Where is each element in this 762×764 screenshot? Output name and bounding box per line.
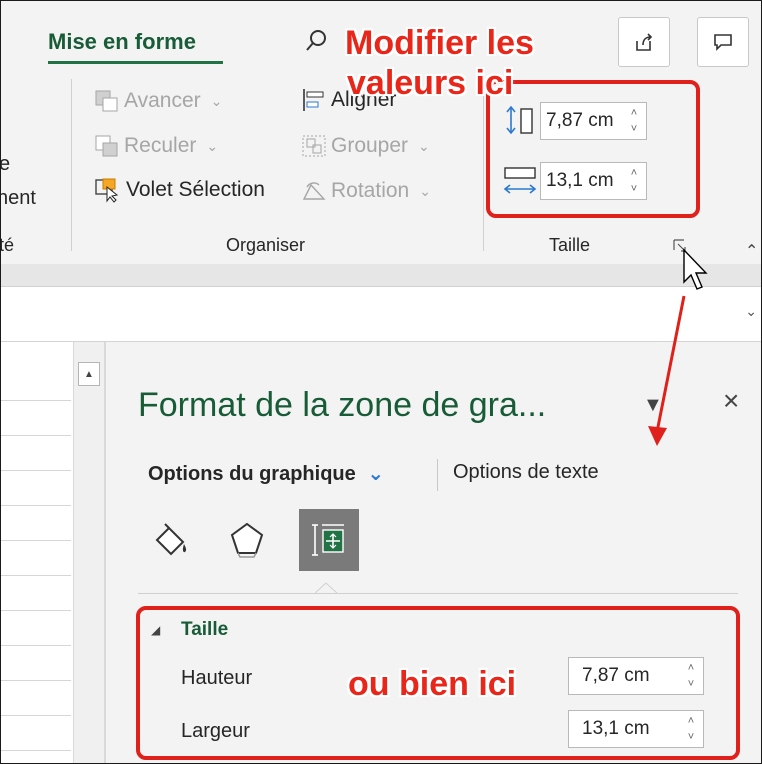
- comment-icon: [714, 34, 732, 51]
- grid-line: [1, 575, 71, 576]
- group-separator: [71, 79, 72, 251]
- annotation-bottom: ou bien ici: [348, 665, 517, 703]
- annotation-top-line2: valeurs ici: [347, 64, 514, 102]
- comment-button[interactable]: [697, 17, 749, 67]
- bring-forward-icon: [95, 90, 118, 112]
- organiser-group-label: Organiser: [226, 235, 306, 255]
- vertical-scrollbar[interactable]: ▲: [73, 342, 105, 763]
- expand-formula-bar-icon[interactable]: ⌄: [745, 303, 757, 320]
- tab-options-graphique[interactable]: Options du graphique ⌄: [148, 461, 384, 486]
- search-icon[interactable]: [299, 25, 333, 59]
- avancer-button[interactable]: Avancer ⌄: [94, 89, 222, 113]
- truncated-label-1: e: [0, 153, 11, 175]
- ribbon-bottom-strip: [1, 264, 761, 287]
- rotation-button[interactable]: Rotation ⌄: [301, 179, 431, 203]
- group-icon: [302, 135, 326, 157]
- close-icon[interactable]: ×: [723, 385, 739, 417]
- chevron-down-icon: ⌄: [210, 92, 223, 109]
- formula-bar[interactable]: ⌄: [1, 287, 761, 342]
- avancer-label: Avancer: [124, 89, 201, 112]
- grouper-button[interactable]: Grouper ⌄: [301, 134, 430, 158]
- tab-separator: [437, 459, 438, 491]
- reculer-button[interactable]: Reculer ⌄: [94, 134, 218, 158]
- grid-line: [1, 505, 71, 506]
- fill-line-icon: [155, 523, 187, 556]
- pane-title: Format de la zone de gra...: [138, 386, 547, 424]
- volet-selection-button[interactable]: Volet Sélection: [94, 177, 265, 203]
- grid-line: [1, 610, 71, 611]
- pane-divider: [138, 593, 738, 594]
- size-properties-tab[interactable]: [299, 509, 359, 571]
- effects-tab[interactable]: [217, 509, 277, 571]
- truncated-label-2: nent: [0, 187, 36, 209]
- group-separator: [483, 79, 484, 251]
- reculer-label: Reculer: [124, 134, 197, 157]
- send-backward-icon: [95, 135, 118, 157]
- fill-line-tab[interactable]: [141, 509, 201, 571]
- share-button[interactable]: [618, 17, 670, 67]
- collapse-ribbon-icon[interactable]: ⌃: [745, 241, 758, 261]
- grid-line: [1, 715, 71, 716]
- grid-line: [1, 645, 71, 646]
- chevron-down-icon: ⌄: [419, 182, 431, 199]
- chevron-down-icon: ⌄: [206, 137, 219, 154]
- pane-menu-icon[interactable]: ▼: [643, 394, 663, 417]
- taille-group-label: Taille: [549, 235, 591, 255]
- selection-pane-icon: [95, 178, 119, 203]
- grid-line: [1, 400, 71, 401]
- effects-pentagon-icon: [230, 522, 264, 558]
- chevron-down-icon: ⌄: [418, 137, 430, 154]
- tab-options-texte[interactable]: Options de texte: [453, 461, 599, 484]
- grid-line: [1, 435, 71, 436]
- grid-line: [1, 680, 71, 681]
- align-icon: [303, 89, 324, 111]
- dialog-launcher-icon[interactable]: [673, 239, 687, 253]
- grid-line: [1, 470, 71, 471]
- grid-line: [1, 540, 71, 541]
- grouper-label: Grouper: [331, 134, 409, 157]
- annotation-top-line1: Modifier les: [345, 24, 534, 62]
- highlight-box-ribbon: [486, 80, 700, 218]
- rotation-label: Rotation: [331, 179, 410, 202]
- active-tab-underline: [48, 61, 223, 64]
- volet-selection-label: Volet Sélection: [126, 178, 265, 201]
- grid-line: [1, 750, 71, 751]
- tab-options-graphique-label: Options du graphique: [148, 463, 356, 485]
- truncated-group-label: té: [0, 235, 15, 255]
- chevron-down-icon: ⌄: [367, 463, 385, 485]
- share-icon: [636, 33, 653, 51]
- size-properties-icon: [312, 524, 344, 556]
- tab-mise-en-forme[interactable]: Mise en forme: [48, 29, 196, 55]
- scroll-up-icon[interactable]: ▲: [78, 362, 100, 386]
- rotate-icon: [302, 182, 326, 200]
